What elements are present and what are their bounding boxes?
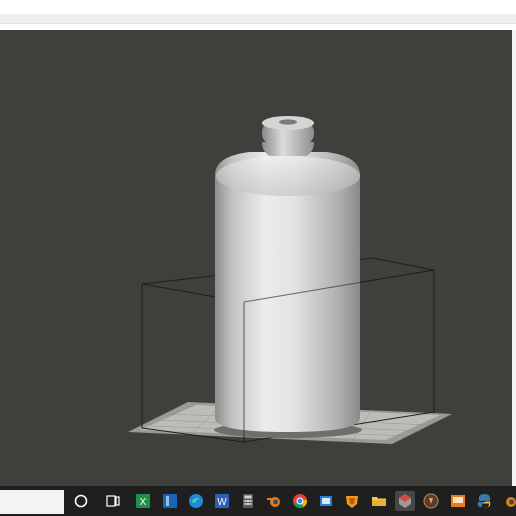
window-title-bar [0,0,516,30]
chrome-icon[interactable] [290,491,310,511]
orange-app-icon[interactable] [448,491,468,511]
task-view-icon[interactable] [103,491,123,511]
edge-icon[interactable] [186,491,206,511]
calculator-icon[interactable] [238,491,258,511]
circle-app-icon[interactable] [421,491,441,511]
window-app-icon[interactable] [316,491,336,511]
screen: X W [0,0,516,516]
svg-text:W: W [217,497,227,508]
python-icon[interactable] [474,491,494,511]
bottle-model[interactable] [215,116,360,432]
menu-strip [0,14,516,24]
excel-icon[interactable]: X [133,491,153,511]
blender-icon[interactable] [264,491,284,511]
onenote-icon[interactable] [160,491,180,511]
windows-taskbar: X W [0,486,516,516]
scene-svg [128,116,452,444]
scrollbar-gutter [512,30,516,486]
taskbar-search-box[interactable] [0,490,64,514]
3d-slicer-icon[interactable] [395,491,415,511]
shield-app-icon[interactable] [342,491,362,511]
word-icon[interactable]: W [212,491,232,511]
cortana-icon[interactable] [71,491,91,511]
blender-icon-2[interactable] [500,491,516,511]
file-explorer-icon[interactable] [369,491,389,511]
svg-text:X: X [140,497,147,508]
3d-viewport[interactable] [0,30,512,486]
